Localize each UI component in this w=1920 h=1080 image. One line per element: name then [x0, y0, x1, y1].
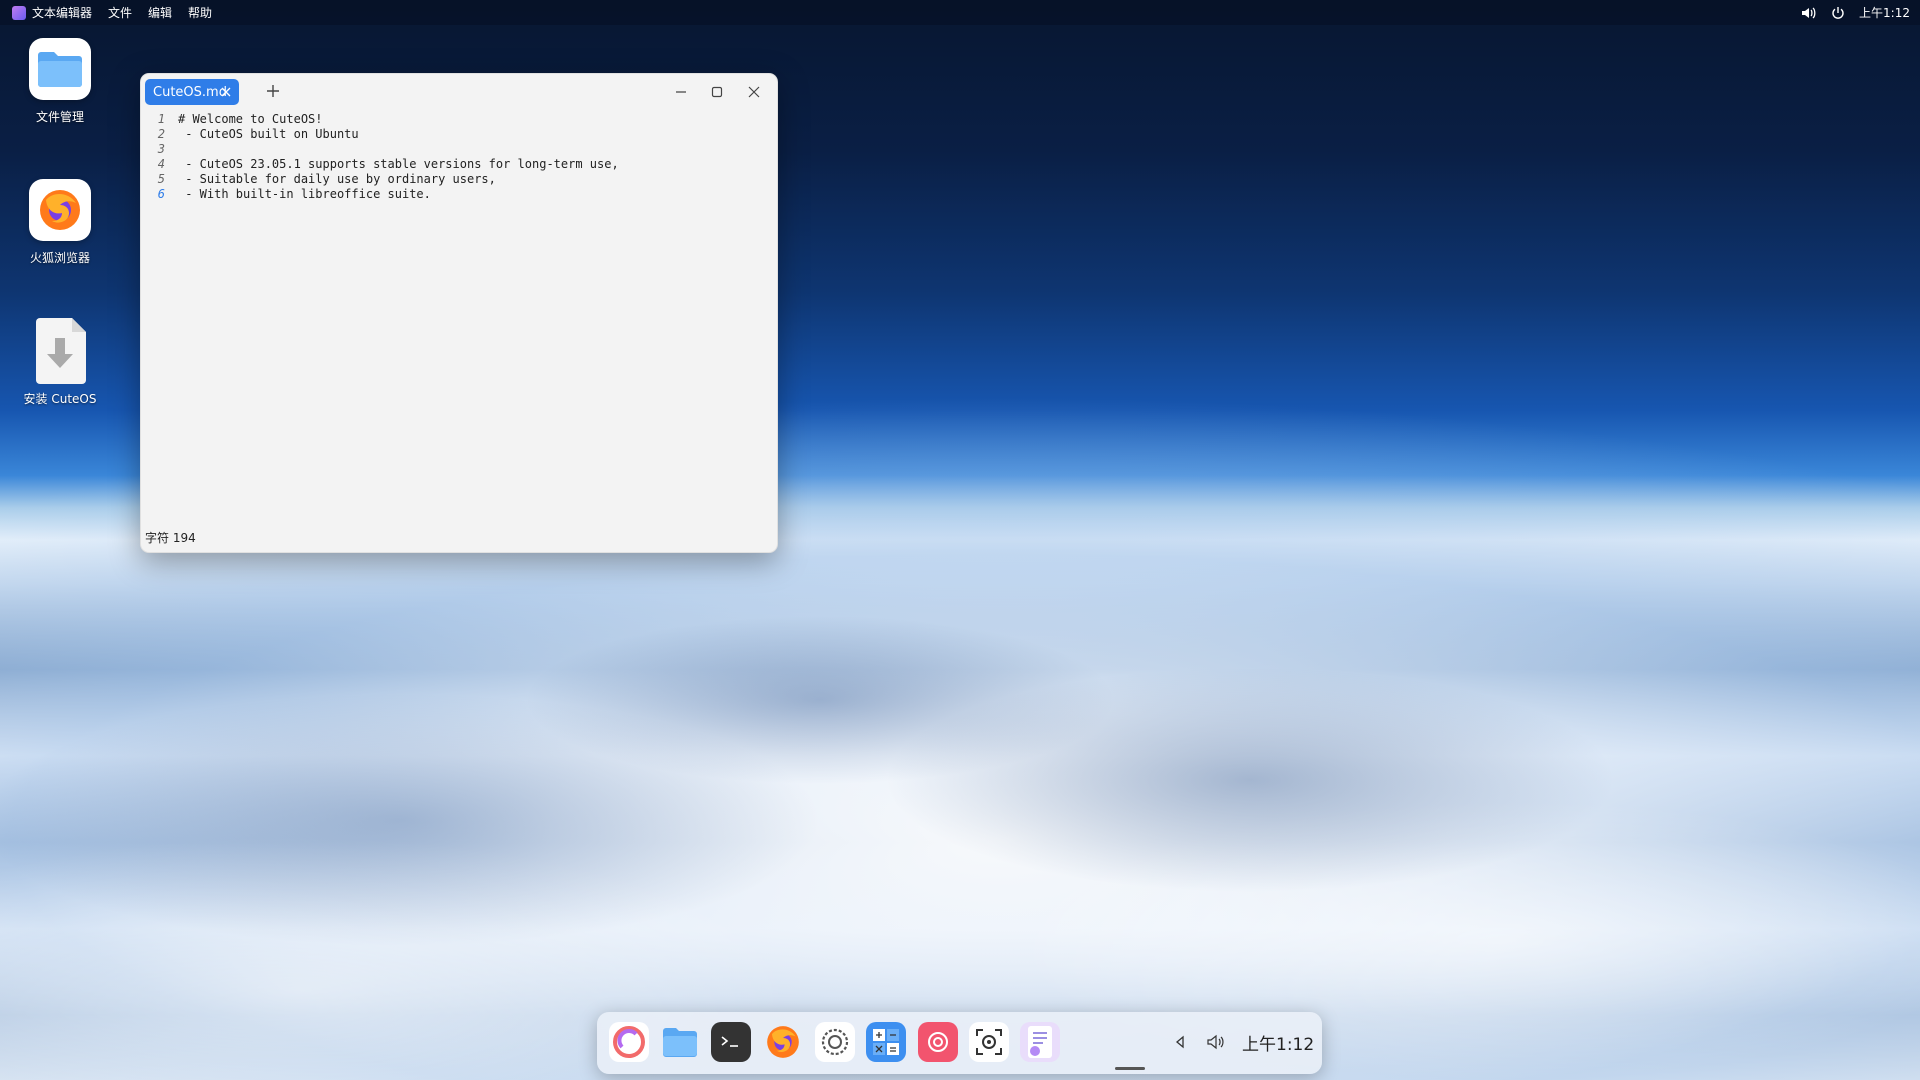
desktop-icon-file-manager[interactable]: 文件管理: [10, 38, 110, 125]
settings-icon[interactable]: [815, 1022, 855, 1062]
folder-icon: [29, 38, 91, 100]
line-number: 2: [157, 127, 165, 141]
active-app-indicator: [1115, 1067, 1145, 1070]
window-titlebar[interactable]: CuteOS.md: [141, 74, 777, 110]
wallpaper-mountains: [0, 520, 1920, 1080]
desktop-icon-install[interactable]: 安装 CuteOS: [10, 318, 110, 407]
desktop-icon-firefox[interactable]: 火狐浏览器: [10, 179, 110, 266]
line-number: 4: [157, 157, 165, 171]
line-text: - CuteOS built on Ubuntu: [178, 127, 359, 141]
terminal-icon[interactable]: [711, 1022, 751, 1062]
line-text: - CuteOS 23.05.1 supports stable version…: [178, 157, 619, 171]
line-text: # Welcome to CuteOS!: [178, 112, 323, 126]
volume-icon[interactable]: [1801, 6, 1817, 20]
desktop-icon-label: 文件管理: [35, 110, 84, 124]
menu-help[interactable]: 帮助: [188, 4, 212, 21]
editor-line: 2 - CuteOS built on Ubuntu: [141, 127, 777, 142]
text-editor-window: CuteOS.md 1 # Welcome to CuteOS! 2 - Cut…: [140, 73, 778, 553]
firefox-icon[interactable]: [763, 1022, 803, 1062]
screenshot-icon[interactable]: [969, 1022, 1009, 1062]
editor-line: 4 - CuteOS 23.05.1 supports stable versi…: [141, 157, 777, 172]
editor-line: 3: [141, 142, 777, 157]
editor-line: 1 # Welcome to CuteOS!: [141, 112, 777, 127]
line-text: [165, 142, 178, 157]
desktop-icon-label: 火狐浏览器: [29, 251, 90, 265]
firefox-icon: [29, 179, 91, 241]
status-char-count: 字符 194: [145, 531, 196, 545]
files-icon[interactable]: [660, 1022, 700, 1062]
calculator-icon[interactable]: [866, 1022, 906, 1062]
active-app-name[interactable]: 文本编辑器: [32, 4, 92, 21]
line-text: - Suitable for daily use by ordinary use…: [178, 172, 496, 186]
minimize-icon[interactable]: [671, 82, 691, 102]
text-editor-icon[interactable]: [1020, 1022, 1060, 1062]
screen-recorder-icon[interactable]: [918, 1022, 958, 1062]
line-number: 6: [157, 187, 165, 201]
editor-line: 5 - Suitable for daily use by ordinary u…: [141, 172, 777, 187]
volume-icon[interactable]: [1207, 1034, 1225, 1054]
dock: 上午1:12: [597, 1012, 1322, 1074]
power-icon[interactable]: [1831, 6, 1845, 20]
line-number: 3: [157, 142, 165, 156]
dock-clock[interactable]: 上午1:12: [1242, 1030, 1314, 1055]
maximize-icon[interactable]: [707, 82, 727, 102]
chevron-left-icon[interactable]: [1174, 1034, 1186, 1053]
add-tab-icon[interactable]: [265, 83, 281, 103]
text-editor-app-icon: [12, 5, 26, 20]
top-tray: 上午1:12: [1801, 0, 1910, 25]
tab-cuteos-md[interactable]: CuteOS.md: [145, 79, 239, 105]
tab-label: CuteOS.md: [153, 84, 227, 100]
line-number: 5: [157, 172, 165, 186]
line-number: 1: [157, 112, 165, 126]
top-clock[interactable]: 上午1:12: [1859, 4, 1910, 21]
editor-line-current: 6 - With built-in libreoffice suite.: [141, 187, 777, 202]
menu-edit[interactable]: 编辑: [148, 4, 172, 21]
install-icon: [29, 318, 91, 384]
desktop-icon-label: 安装 CuteOS: [23, 392, 97, 406]
close-window-icon[interactable]: [744, 82, 764, 102]
top-panel: 文本编辑器 文件 编辑 帮助 上午1:12: [0, 0, 1920, 25]
line-text: - With built-in libreoffice suite.: [178, 187, 431, 201]
close-tab-icon[interactable]: [219, 85, 233, 103]
menu-file[interactable]: 文件: [108, 4, 132, 21]
editor-text-area[interactable]: 1 # Welcome to CuteOS! 2 - CuteOS built …: [141, 112, 777, 502]
launcher-icon[interactable]: [609, 1022, 649, 1062]
